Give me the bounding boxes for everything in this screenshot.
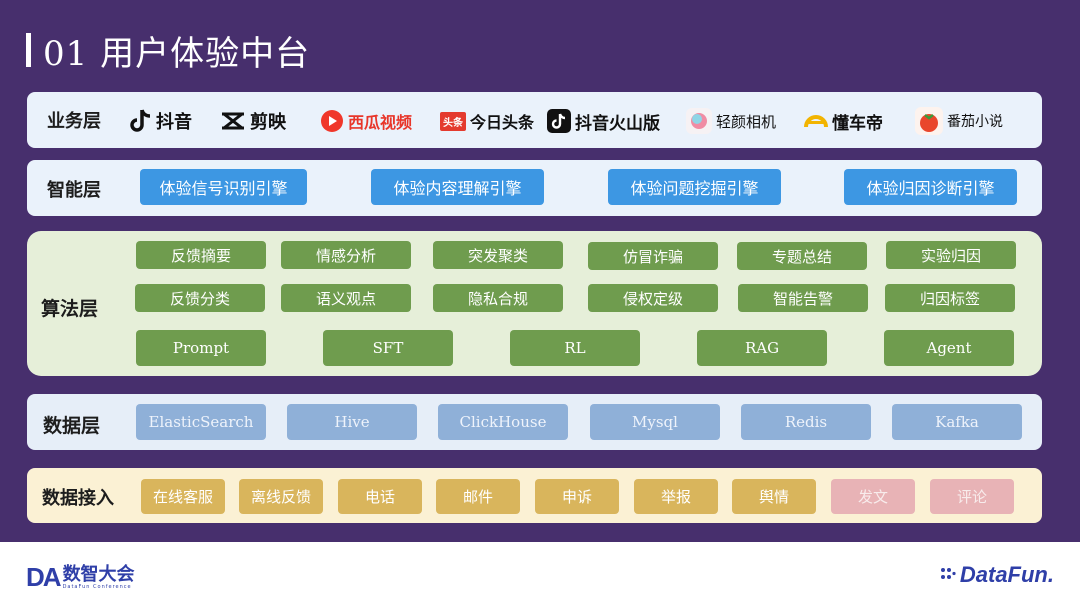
source-online-service: 在线客服	[141, 479, 225, 514]
jianying-logo: 剪映	[220, 103, 286, 139]
da-mark: DA	[26, 562, 62, 592]
engine-content-understanding: 体验内容理解引擎	[371, 169, 544, 205]
method-rag: RAG	[697, 330, 827, 366]
source-posts: 发文	[831, 479, 915, 514]
toutiao-logo: 头条 今日头条	[440, 103, 534, 139]
douyin-label: 抖音	[156, 112, 192, 133]
title-accent-bar	[26, 33, 31, 67]
ingest-layer-label: 数据接入	[42, 488, 114, 509]
dongchedi-label: 懂车帝	[832, 113, 883, 134]
xigua-label: 西瓜视频	[348, 113, 413, 132]
method-prompt: Prompt	[136, 330, 266, 366]
source-report: 举报	[634, 479, 718, 514]
fanqie-tomato-icon	[915, 107, 943, 135]
source-appeal: 申诉	[535, 479, 619, 514]
algo-feedback-classification: 反馈分类	[135, 284, 265, 312]
store-elasticsearch: ElasticSearch	[136, 404, 266, 440]
store-kafka: Kafka	[892, 404, 1022, 440]
algo-semantic-opinion: 语义观点	[281, 284, 411, 312]
algo-smart-alert: 智能告警	[738, 284, 868, 312]
datafun-wordmark: DataFun.	[959, 562, 1054, 587]
data-layer-label: 数据层	[43, 415, 101, 437]
intelligence-layer-label: 智能层	[47, 180, 101, 201]
huoshan-label: 抖音火山版	[575, 113, 660, 134]
algo-sentiment-analysis: 情感分析	[281, 241, 411, 269]
algo-topic-summary: 专题总结	[737, 242, 867, 270]
title-text: 01 用户体验中台	[43, 33, 311, 74]
algo-experiment-attribution: 实验归因	[886, 241, 1016, 269]
algo-feedback-summary: 反馈摘要	[136, 241, 266, 269]
source-comments: 评论	[930, 479, 1014, 514]
store-clickhouse: ClickHouse	[438, 404, 568, 440]
conference-text-block: 数智大会 DataFun Conference	[62, 563, 135, 590]
store-hive: Hive	[287, 404, 417, 440]
fanqie-logo: 番茄小说	[915, 103, 1003, 139]
dongchedi-logo: 懂车帝	[804, 103, 883, 139]
source-email: 邮件	[436, 479, 520, 514]
algo-attribution-tags: 归因标签	[885, 284, 1015, 312]
datafun-conference-logo: DA 数智大会 DataFun Conference	[26, 562, 135, 593]
huoshan-logo: 抖音火山版	[547, 103, 660, 139]
method-rl: RL	[510, 330, 640, 366]
store-redis: Redis	[741, 404, 871, 440]
huoshan-douyin-icon	[547, 109, 571, 133]
xigua-logo: 西瓜视频	[320, 103, 412, 139]
toutiao-label: 今日头条	[470, 113, 535, 132]
engine-issue-mining: 体验问题挖掘引擎	[608, 169, 781, 205]
jianying-scissors-icon	[220, 111, 246, 131]
fanqie-label: 番茄小说	[947, 114, 1003, 130]
algo-burst-clustering: 突发聚类	[433, 241, 563, 269]
engine-attribution-diagnosis: 体验归因诊断引擎	[844, 169, 1017, 205]
algo-privacy-compliance: 隐私合规	[433, 284, 563, 312]
qingyan-label: 轻颜相机	[716, 112, 777, 131]
algorithm-layer-label: 算法层	[41, 298, 99, 320]
conference-name: 数智大会	[62, 563, 135, 585]
toutiao-badge-icon: 头条	[440, 111, 466, 131]
xigua-play-icon	[320, 109, 344, 133]
engine-signal-recognition: 体验信号识别引擎	[140, 169, 307, 205]
algo-counterfeit-fraud: 仿冒诈骗	[588, 242, 718, 270]
method-agent: Agent	[884, 330, 1014, 366]
douyin-note-icon	[130, 108, 152, 134]
qingyan-logo: 轻颜相机	[686, 103, 776, 139]
dongchedi-helmet-icon	[804, 111, 828, 131]
qingyan-camera-icon	[686, 108, 712, 134]
slide-title: 01 用户体验中台	[26, 28, 311, 74]
slide-background: 01 用户体验中台 业务层 抖音 剪映 西瓜视频 头条 今日头条 抖音火山版 轻…	[0, 0, 1080, 542]
algo-infringement-rating: 侵权定级	[588, 284, 718, 312]
datafun-logo: DataFun.	[940, 562, 1054, 588]
business-layer-label: 业务层	[47, 111, 101, 132]
source-phone: 电话	[338, 479, 422, 514]
store-mysql: Mysql	[590, 404, 720, 440]
conference-subtitle: DataFun Conference	[62, 583, 132, 590]
source-public-opinion: 舆情	[732, 479, 816, 514]
footer-bar: DA 数智大会 DataFun Conference DataFun.	[0, 542, 1080, 607]
datafun-dots-icon	[940, 566, 956, 585]
douyin-logo: 抖音	[130, 103, 192, 139]
jianying-label: 剪映	[250, 112, 286, 133]
source-offline-feedback: 离线反馈	[239, 479, 323, 514]
method-sft: SFT	[323, 330, 453, 366]
